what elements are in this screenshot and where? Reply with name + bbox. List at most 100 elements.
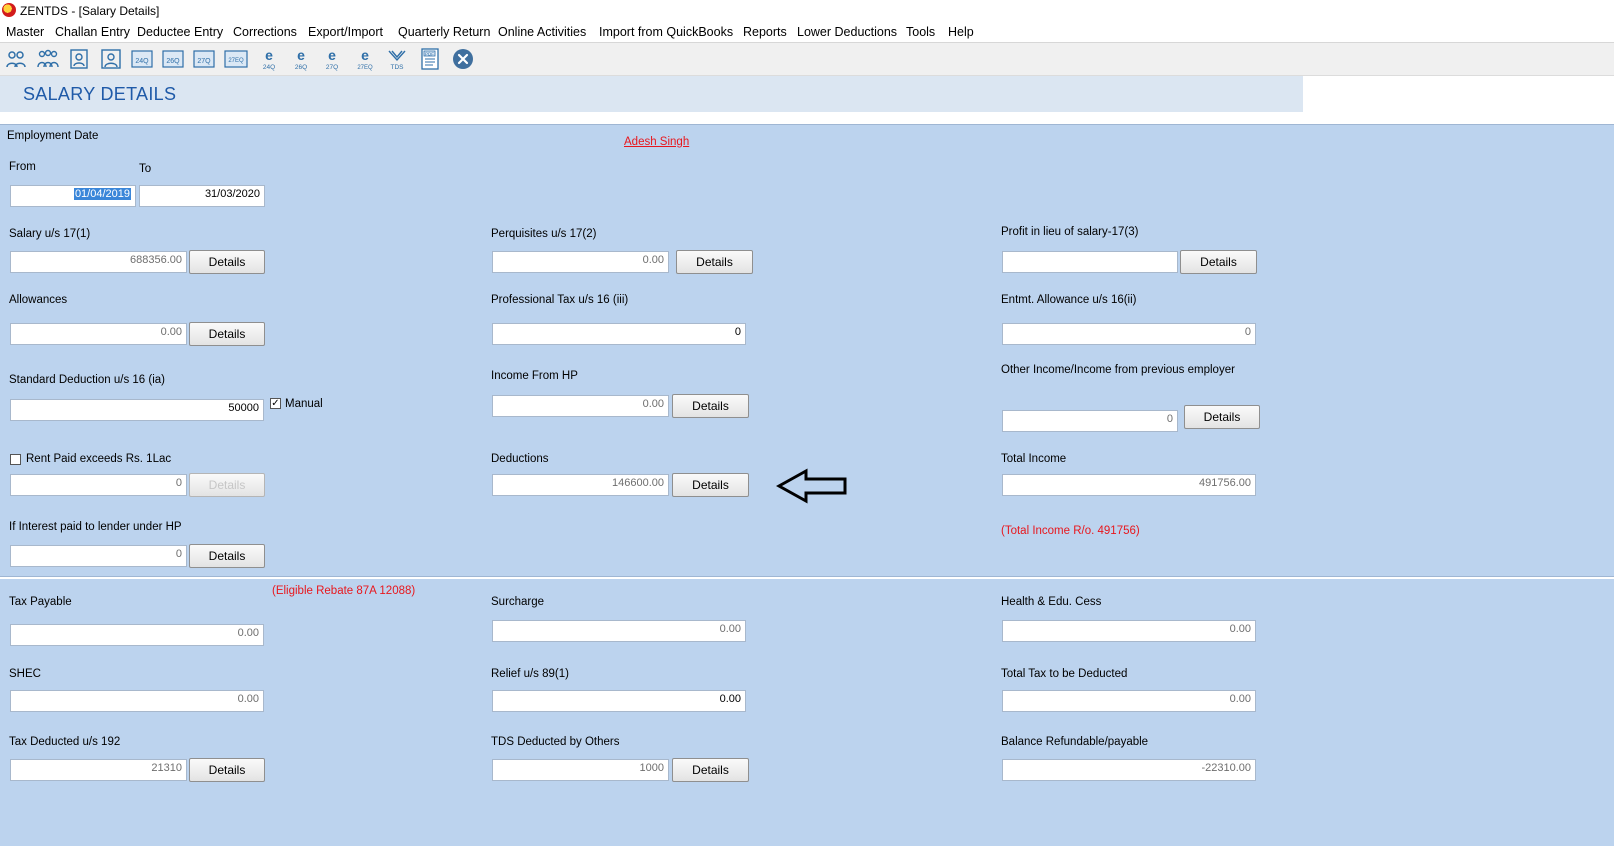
interest-field[interactable]: 0: [10, 545, 187, 567]
app-logo-icon: [2, 3, 16, 17]
efile-26q-icon[interactable]: e 26Q: [289, 47, 313, 71]
tds-others-details-button[interactable]: Details: [672, 758, 749, 782]
manual-checkbox[interactable]: ✓: [270, 398, 281, 409]
svg-text:26Q: 26Q: [166, 58, 180, 65]
allowances-field[interactable]: 0.00: [10, 323, 187, 345]
svg-text:e: e: [297, 47, 305, 63]
income-hp-details-button[interactable]: Details: [672, 394, 749, 418]
perquisites-label: Perquisites u/s 17(2): [491, 228, 597, 240]
svg-text:TDS: TDS: [391, 64, 405, 71]
cess-field[interactable]: 0.00: [1002, 620, 1256, 642]
balance-field[interactable]: -22310.00: [1002, 759, 1256, 781]
surcharge-field[interactable]: 0.00: [492, 620, 746, 642]
efile-27q-icon[interactable]: e 27Q: [320, 47, 344, 71]
deductions-field[interactable]: 146600.00: [492, 474, 669, 496]
salary-details-button[interactable]: Details: [189, 250, 265, 274]
menu-help[interactable]: Help: [948, 25, 974, 39]
svg-text:27Q: 27Q: [326, 64, 338, 71]
relief-label: Relief u/s 89(1): [491, 668, 569, 680]
tds-others-label: TDS Deducted by Others: [491, 736, 620, 748]
header-blank-area: [1303, 76, 1614, 112]
menu-quarterly-return[interactable]: Quarterly Return: [398, 25, 490, 39]
svg-text:24Q: 24Q: [135, 58, 149, 65]
perquisites-details-button[interactable]: Details: [676, 250, 753, 274]
total-tax-label: Total Tax to be Deducted: [1001, 668, 1128, 680]
deductions-details-button[interactable]: Details: [672, 473, 749, 497]
svg-text:26Q: 26Q: [295, 64, 307, 71]
other-income-details-button[interactable]: Details: [1184, 405, 1260, 429]
svg-text:e: e: [328, 47, 336, 63]
total-income-ro-note: (Total Income R/o. 491756): [1001, 525, 1140, 537]
tds-others-field[interactable]: 1000: [492, 759, 669, 781]
rent-label: Rent Paid exceeds Rs. 1Lac: [26, 453, 172, 465]
menu-reports[interactable]: Reports: [743, 25, 787, 39]
total-tax-field[interactable]: 0.00: [1002, 690, 1256, 712]
salary-field[interactable]: 688356.00: [10, 251, 187, 273]
menu-online-activities[interactable]: Online Activities: [498, 25, 586, 39]
profit-label: Profit in lieu of salary-17(3): [1001, 226, 1139, 238]
rent-field[interactable]: 0: [10, 474, 187, 496]
page-title: SALARY DETAILS: [23, 84, 177, 104]
tax-payable-label: Tax Payable: [9, 596, 72, 608]
income-hp-label: Income From HP: [491, 370, 578, 382]
menu-master[interactable]: Master: [6, 25, 44, 39]
tax-payable-field[interactable]: 0.00: [10, 624, 264, 646]
total-income-field[interactable]: 491756.00: [1002, 474, 1256, 496]
rent-checkbox[interactable]: [10, 454, 21, 465]
other-income-field[interactable]: 0: [1002, 410, 1178, 432]
interest-label: If Interest paid to lender under HP: [9, 521, 182, 533]
rent-details-button[interactable]: Details: [189, 473, 265, 497]
form-24q-icon[interactable]: 24Q: [130, 47, 154, 71]
to-date-field[interactable]: 31/03/2020: [139, 185, 265, 207]
svg-text:27EQ: 27EQ: [228, 58, 244, 64]
svg-text:PDF: PDF: [425, 51, 434, 56]
surcharge-label: Surcharge: [491, 596, 545, 608]
allowances-label: Allowances: [9, 294, 68, 306]
relief-field[interactable]: 0.00: [492, 690, 746, 712]
efile-27eq-icon[interactable]: e 27EQ: [353, 47, 377, 71]
window-title: ZENTDS - [Salary Details]: [20, 4, 160, 18]
menu-challan-entry[interactable]: Challan Entry: [55, 25, 130, 39]
profit-field[interactable]: [1002, 251, 1178, 273]
income-hp-field[interactable]: 0.00: [492, 395, 669, 417]
svg-text:24Q: 24Q: [263, 64, 275, 71]
pdf-icon[interactable]: PDF: [418, 47, 442, 71]
tds-icon[interactable]: TDS: [385, 47, 409, 71]
menu-bar: Master Challan Entry Deductee Entry Corr…: [0, 22, 1614, 43]
prof-tax-field[interactable]: 0: [492, 323, 746, 345]
entmt-field[interactable]: 0: [1002, 323, 1256, 345]
svg-text:27EQ: 27EQ: [357, 65, 373, 71]
total-income-label: Total Income: [1001, 453, 1067, 465]
other-income-label: Other Income/Income from previous employ…: [1001, 364, 1235, 376]
section-divider: [0, 576, 1614, 579]
to-label: To: [139, 163, 152, 175]
allowances-details-button[interactable]: Details: [189, 322, 265, 346]
toolbar: 24Q 26Q 27Q 27EQ e 24Q e 26Q e 27Q e 27EQ TD…: [0, 43, 1614, 76]
profit-details-button[interactable]: Details: [1180, 250, 1257, 274]
deductee-icon[interactable]: [67, 47, 91, 71]
perquisites-field[interactable]: 0.00: [492, 251, 669, 273]
interest-details-button[interactable]: Details: [189, 544, 265, 568]
efile-24q-icon[interactable]: e 24Q: [257, 47, 281, 71]
users-icon[interactable]: [4, 47, 28, 71]
employee-name-link[interactable]: Adesh Singh: [624, 136, 689, 148]
tax-deducted-details-button[interactable]: Details: [189, 758, 265, 782]
group-icon[interactable]: [36, 47, 60, 71]
form-27eq-icon[interactable]: 27EQ: [224, 47, 248, 71]
svg-text:e: e: [361, 47, 369, 63]
form-27q-icon[interactable]: 27Q: [192, 47, 216, 71]
from-label: From: [9, 161, 36, 173]
menu-deductee-entry[interactable]: Deductee Entry: [137, 25, 223, 39]
menu-corrections[interactable]: Corrections: [233, 25, 297, 39]
shec-field[interactable]: 0.00: [10, 690, 264, 712]
tax-deducted-field[interactable]: 21310: [10, 759, 187, 781]
form-26q-icon[interactable]: 26Q: [161, 47, 185, 71]
menu-lower-deductions[interactable]: Lower Deductions: [797, 25, 897, 39]
menu-tools[interactable]: Tools: [906, 25, 935, 39]
menu-export-import[interactable]: Export/Import: [308, 25, 383, 39]
std-ded-field[interactable]: 50000: [10, 399, 264, 421]
menu-import-quickbooks[interactable]: Import from QuickBooks: [599, 25, 733, 39]
from-date-field[interactable]: 01/04/2019: [10, 185, 136, 207]
deductee-2-icon[interactable]: [99, 47, 123, 71]
close-icon[interactable]: [451, 47, 475, 71]
